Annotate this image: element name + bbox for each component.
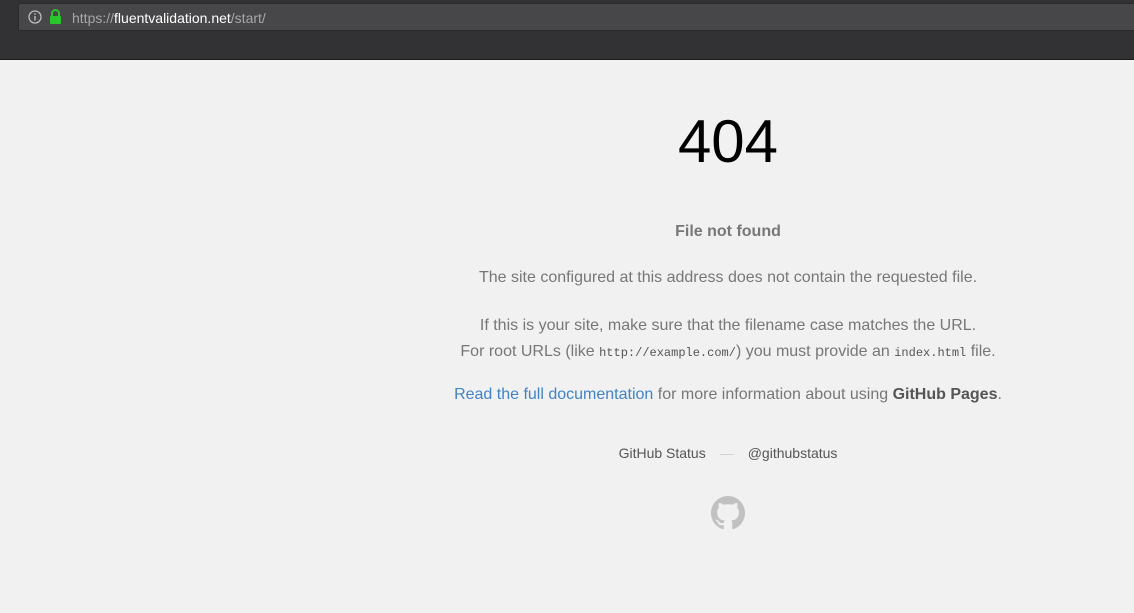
error-title: File not found bbox=[675, 223, 781, 240]
error-help-text: If this is your site, make sure that the… bbox=[428, 313, 1028, 366]
github-pages-label: GitHub Pages bbox=[892, 386, 998, 403]
documentation-mid: for more information about using bbox=[653, 386, 893, 403]
documentation-text: Read the full documentation for more inf… bbox=[428, 385, 1028, 405]
info-icon[interactable] bbox=[28, 10, 42, 24]
url-text[interactable]: https://fluentvalidation.net/start/ bbox=[72, 10, 266, 26]
lock-icon[interactable] bbox=[49, 9, 62, 24]
githubstatus-twitter-link[interactable]: @githubstatus bbox=[748, 445, 838, 461]
github-status-link[interactable]: GitHub Status bbox=[619, 445, 706, 461]
github-octocat-icon[interactable] bbox=[711, 496, 745, 530]
url-path: /start/ bbox=[230, 10, 266, 26]
example-url-code: http://example.com/ bbox=[599, 346, 736, 360]
url-host: fluentvalidation.net bbox=[114, 10, 231, 26]
help-line-2-post: file. bbox=[966, 343, 996, 360]
documentation-link[interactable]: Read the full documentation bbox=[454, 386, 653, 403]
documentation-end: . bbox=[997, 386, 1002, 403]
error-description: The site configured at this address does… bbox=[478, 269, 978, 286]
help-line-2-mid: ) you must provide an bbox=[735, 343, 895, 360]
index-file-code: index.html bbox=[894, 346, 967, 360]
footer-separator: — bbox=[719, 445, 734, 461]
footer: GitHub Status — @githubstatus bbox=[428, 445, 1028, 461]
browser-toolbar: https://fluentvalidation.net/start/ bbox=[0, 0, 1134, 60]
url-scheme: https:// bbox=[72, 10, 115, 26]
help-line-1: If this is your site, make sure that the… bbox=[479, 317, 977, 334]
help-line-2-pre: For root URLs (like bbox=[460, 343, 600, 360]
error-code-heading: 404 bbox=[677, 108, 779, 175]
address-bar[interactable]: https://fluentvalidation.net/start/ bbox=[18, 3, 1134, 31]
